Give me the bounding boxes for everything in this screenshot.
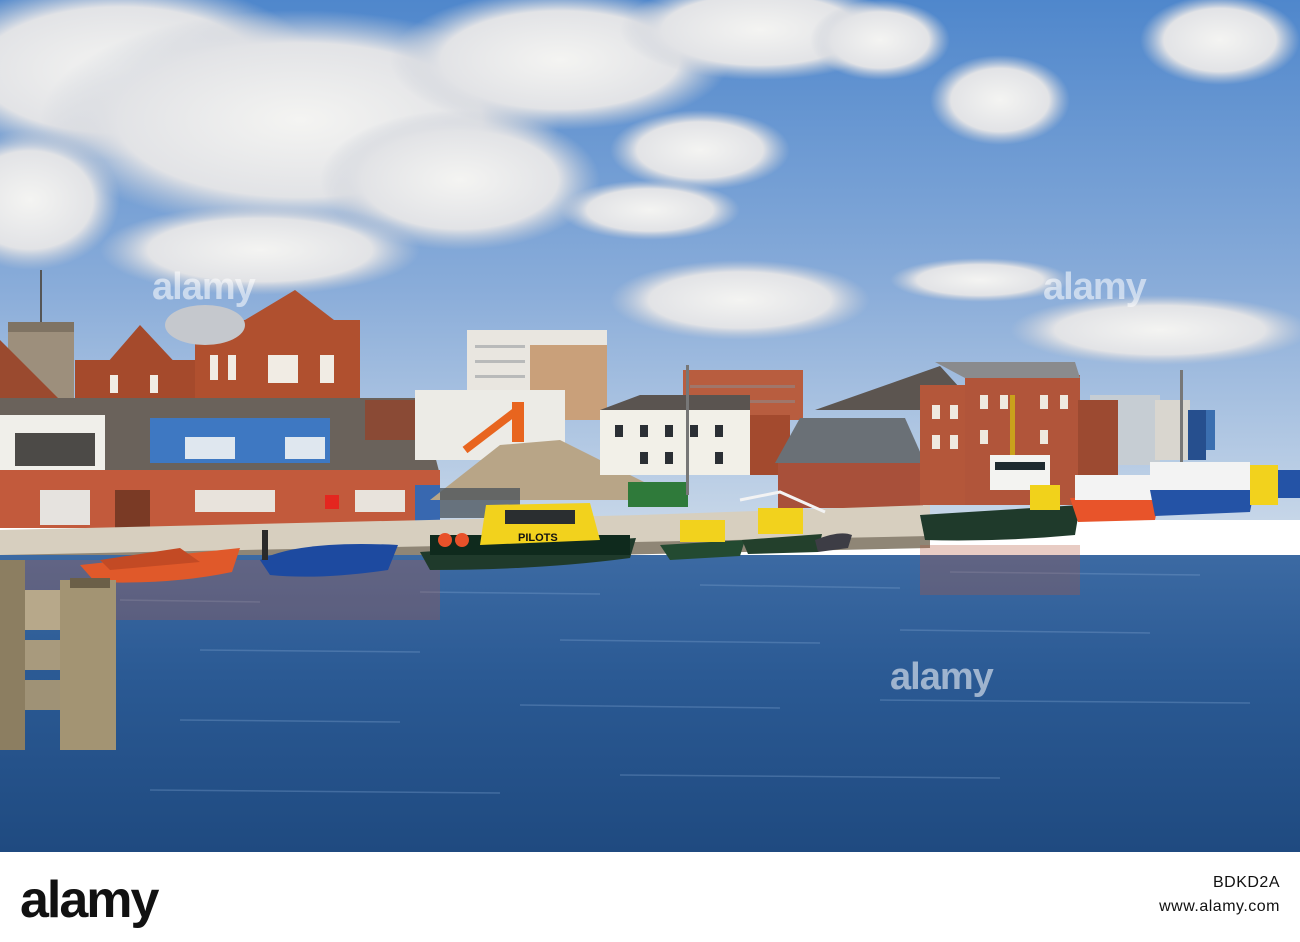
- alamy-logo: alamy: [20, 871, 159, 929]
- image-id: BDKD2A: [1212, 874, 1280, 891]
- watermark: alamy: [890, 656, 994, 698]
- footer: alamy BDKD2A www.alamy.com: [0, 852, 1300, 942]
- watermark: alamy: [1043, 266, 1147, 308]
- footer-reference: BDKD2A www.alamy.com: [1159, 874, 1280, 916]
- watermark: alamy: [152, 266, 256, 308]
- site-url[interactable]: www.alamy.com: [1159, 898, 1280, 916]
- harbour-photo: PILOTS: [0, 0, 1300, 852]
- photo-scene: PILOTS alamy alamy alamy: [0, 0, 1300, 852]
- pilot-boat-label: PILOTS: [518, 532, 558, 544]
